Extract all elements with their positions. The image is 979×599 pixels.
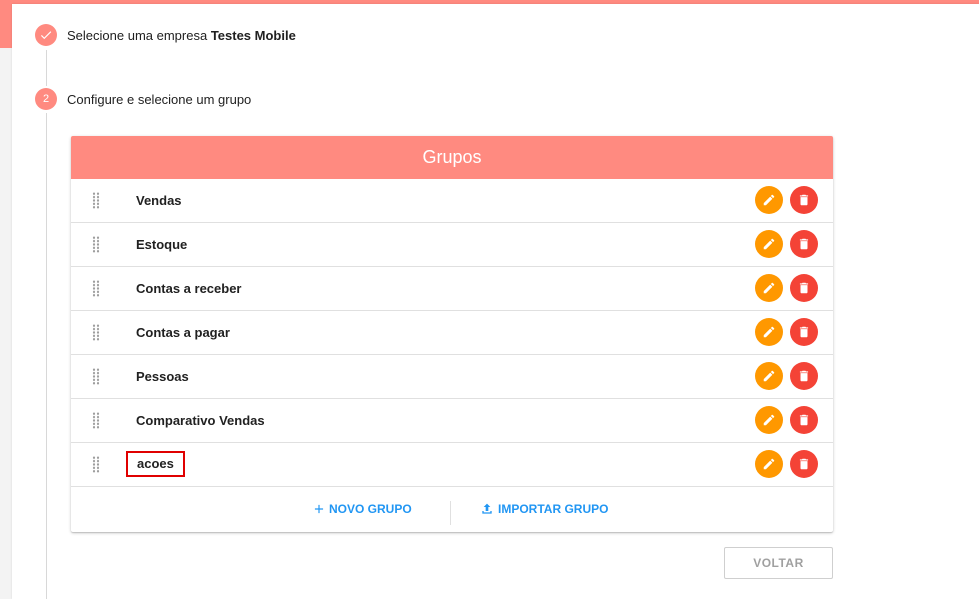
group-name: Estoque bbox=[136, 237, 188, 252]
drag-handle-icon[interactable] bbox=[92, 192, 100, 209]
edit-group-button[interactable] bbox=[755, 318, 783, 346]
group-row[interactable]: Estoque bbox=[71, 223, 833, 267]
drag-handle-icon[interactable] bbox=[92, 236, 100, 253]
trash-icon bbox=[799, 194, 809, 206]
trash-icon bbox=[799, 414, 809, 426]
left-accent-strip bbox=[0, 4, 12, 48]
group-row[interactable]: acoes bbox=[71, 443, 833, 487]
group-name: Vendas bbox=[136, 193, 182, 208]
pencil-icon bbox=[763, 414, 775, 426]
group-row[interactable]: Pessoas bbox=[71, 355, 833, 399]
edit-group-button[interactable] bbox=[755, 406, 783, 434]
new-group-label: NOVO GRUPO bbox=[329, 502, 412, 516]
pencil-icon bbox=[763, 370, 775, 382]
delete-group-button[interactable] bbox=[790, 362, 818, 390]
step-2-text: Configure e selecione um grupo bbox=[67, 92, 252, 107]
group-name: Pessoas bbox=[136, 369, 189, 384]
drag-handle-icon[interactable] bbox=[92, 412, 100, 429]
group-name: Contas a receber bbox=[136, 281, 242, 296]
import-group-label: IMPORTAR GRUPO bbox=[498, 502, 609, 516]
pencil-icon bbox=[763, 282, 775, 294]
import-group-button[interactable]: IMPORTAR GRUPO bbox=[479, 487, 608, 531]
step-1-label: Selecione uma empresa bbox=[67, 28, 211, 43]
upload-icon bbox=[482, 503, 492, 514]
group-row[interactable]: Contas a receber bbox=[71, 267, 833, 311]
footer-divider bbox=[450, 501, 451, 525]
drag-handle-icon[interactable] bbox=[92, 456, 100, 473]
delete-group-button[interactable] bbox=[790, 406, 818, 434]
delete-group-button[interactable] bbox=[790, 450, 818, 478]
edit-group-button[interactable] bbox=[755, 274, 783, 302]
trash-icon bbox=[799, 282, 809, 294]
drag-handle-icon[interactable] bbox=[92, 368, 100, 385]
drag-handle-icon[interactable] bbox=[92, 280, 100, 297]
group-row[interactable]: Comparativo Vendas bbox=[71, 399, 833, 443]
groups-card: Grupos Vendas Estoque Contas a receber Cont… bbox=[71, 136, 833, 532]
back-button[interactable]: VOLTAR bbox=[724, 547, 833, 579]
edit-group-button[interactable] bbox=[755, 450, 783, 478]
pencil-icon bbox=[763, 194, 775, 206]
pencil-icon bbox=[763, 458, 775, 470]
delete-group-button[interactable] bbox=[790, 274, 818, 302]
group-name: Comparativo Vendas bbox=[136, 413, 265, 428]
groups-list: Vendas Estoque Contas a receber Contas a pa… bbox=[71, 179, 833, 487]
trash-icon bbox=[799, 238, 809, 250]
step-connector bbox=[46, 50, 47, 86]
step-2-circle: 2 bbox=[35, 88, 57, 110]
step-content-line bbox=[46, 113, 47, 599]
drag-handle-icon[interactable] bbox=[92, 324, 100, 341]
step-1-company: Testes Mobile bbox=[210, 28, 296, 43]
delete-group-button[interactable] bbox=[790, 186, 818, 214]
check-icon bbox=[40, 31, 52, 40]
delete-group-button[interactable] bbox=[790, 230, 818, 258]
trash-icon bbox=[799, 458, 809, 470]
group-row[interactable]: Vendas bbox=[71, 179, 833, 223]
groups-card-footer: NOVO GRUPO IMPORTAR GRUPO bbox=[71, 487, 833, 531]
pencil-icon bbox=[763, 238, 775, 250]
pencil-icon bbox=[763, 326, 775, 338]
trash-icon bbox=[799, 370, 809, 382]
step-1-done-circle bbox=[35, 24, 57, 46]
groups-card-title: Grupos bbox=[71, 136, 833, 179]
group-name: Contas a pagar bbox=[136, 325, 230, 340]
edit-group-button[interactable] bbox=[755, 362, 783, 390]
group-row[interactable]: Contas a pagar bbox=[71, 311, 833, 355]
step-1-text[interactable]: Selecione uma empresa Testes Mobile bbox=[67, 28, 296, 43]
plus-icon bbox=[314, 504, 324, 514]
delete-group-button[interactable] bbox=[790, 318, 818, 346]
edit-group-button[interactable] bbox=[755, 230, 783, 258]
new-group-button[interactable]: NOVO GRUPO bbox=[312, 487, 412, 531]
edit-group-button[interactable] bbox=[755, 186, 783, 214]
group-name: acoes bbox=[126, 451, 185, 477]
trash-icon bbox=[799, 326, 809, 338]
